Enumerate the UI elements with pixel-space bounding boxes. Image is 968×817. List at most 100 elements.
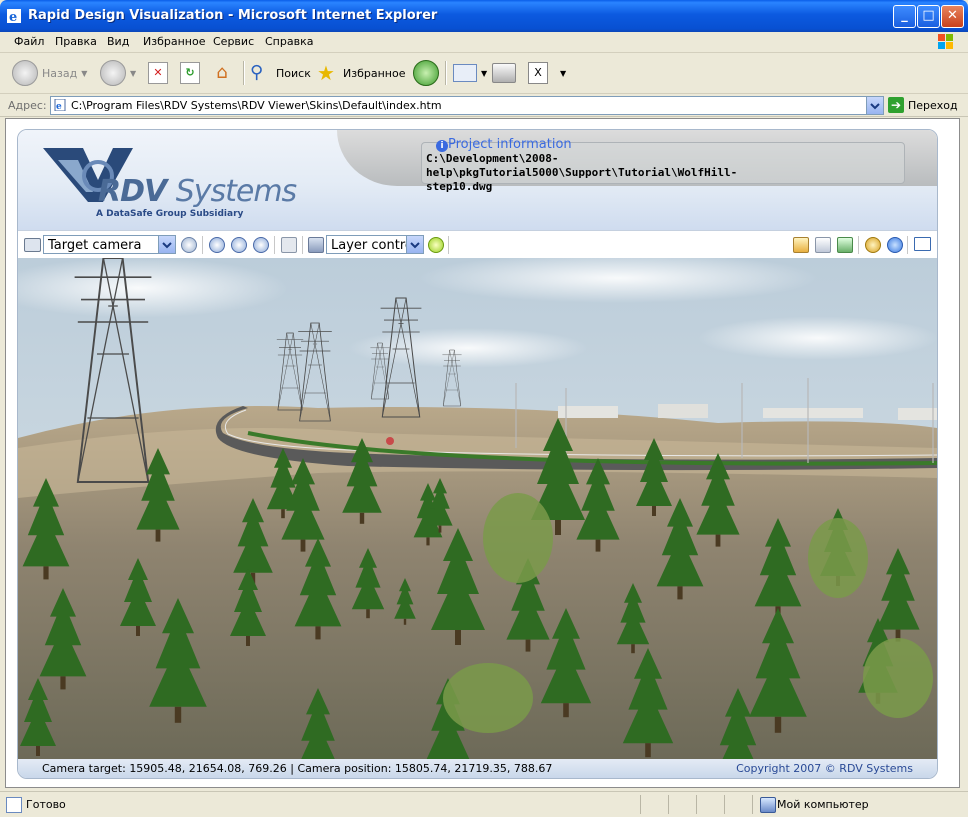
back-label: Назад (42, 66, 78, 80)
mail-button[interactable]: ▼ (453, 60, 487, 86)
info-icon: i (436, 140, 448, 152)
refresh-button[interactable]: ↻ (180, 60, 200, 86)
export-icon[interactable] (793, 237, 809, 253)
camera-select-dropdown[interactable] (158, 236, 175, 253)
logo-brand: RDV (98, 174, 167, 209)
favorites-button[interactable]: ★ Избранное (317, 60, 405, 86)
favorites-label: Избранное (343, 66, 406, 80)
forward-dropdown-icon[interactable]: ▼ (130, 69, 136, 78)
address-value: C:\Program Files\RDV Systems\RDV Viewer\… (71, 99, 442, 112)
menu-view[interactable]: Вид (107, 35, 129, 48)
print-view-icon[interactable] (815, 237, 831, 253)
history-icon (413, 60, 439, 86)
my-computer-icon (760, 797, 776, 813)
save-view-icon[interactable] (837, 237, 853, 253)
3d-scene-viewport[interactable] (18, 258, 937, 759)
ie-status-bar: Готово Мой компьютер (0, 791, 968, 817)
toolbar-separator (445, 61, 447, 85)
project-path-line1: C:\Development\2008-help\pkgTutorial5000… (426, 152, 738, 179)
stop-icon[interactable] (253, 237, 269, 253)
forward-button[interactable]: ▼ (100, 60, 136, 86)
menu-favorites[interactable]: Избранное (143, 35, 205, 48)
print-icon (492, 63, 516, 83)
project-info-title[interactable]: i Project information (436, 137, 572, 152)
title-bar: e Rapid Design Visualization - Microsoft… (0, 0, 968, 32)
apply-layer-icon[interactable] (428, 237, 444, 253)
record-camera-icon[interactable] (181, 237, 197, 253)
stop-button[interactable]: ✕ (148, 60, 168, 86)
menu-help[interactable]: Справка (265, 35, 313, 48)
search-label: Поиск (276, 66, 311, 80)
address-bar: Адрес: e C:\Program Files\RDV Systems\RD… (0, 94, 968, 117)
camera-icon (24, 238, 41, 252)
path-tool-icon[interactable] (281, 237, 297, 253)
menu-bar: Файл Правка Вид Избранное Сервис Справка (0, 32, 968, 53)
address-label: Адрес: (8, 99, 47, 112)
refresh-icon: ↻ (180, 62, 200, 84)
menu-file[interactable]: Файл (14, 35, 44, 48)
menu-tools[interactable]: Сервис (213, 35, 254, 48)
go-arrow-icon: ➔ (888, 97, 904, 113)
camera-status-bar: Camera target: 15905.48, 21654.08, 769.2… (18, 759, 937, 778)
ie-icon: e (7, 9, 21, 24)
search-button[interactable]: ⚲ Поиск (250, 60, 311, 86)
back-arrow-icon (12, 60, 38, 86)
page-done-icon (6, 797, 22, 813)
back-dropdown-icon[interactable]: ▼ (81, 69, 87, 78)
security-zone: Мой компьютер (777, 798, 869, 811)
logo-systems: Systems (175, 174, 297, 209)
favorites-star-icon: ★ (317, 61, 335, 85)
close-button[interactable]: ✕ (941, 5, 964, 28)
address-dropdown-button[interactable] (866, 97, 883, 114)
chevron-down-icon (870, 103, 880, 110)
copyright-text: Copyright 2007 © RDV Systems (736, 762, 913, 775)
minimize-button[interactable]: _ (893, 5, 916, 28)
layers-icon (308, 237, 324, 253)
camera-status-text: Camera target: 15905.48, 21654.08, 769.2… (42, 762, 553, 775)
layer-select-dropdown[interactable] (406, 236, 423, 253)
edit-icon: X (528, 62, 548, 84)
help-icon[interactable] (887, 237, 903, 253)
chevron-down-icon (410, 242, 420, 249)
windows-logo-icon (938, 34, 953, 49)
edit-dropdown-icon[interactable]: ▼ (560, 69, 566, 78)
logo-subtitle: A DataSafe Group Subsidiary (96, 209, 244, 219)
address-input[interactable]: e C:\Program Files\RDV Systems\RDV Viewe… (50, 96, 884, 115)
home-button[interactable]: ⌂ (211, 60, 233, 86)
svg-text:e: e (56, 102, 62, 111)
settings-gear-icon[interactable] (865, 237, 881, 253)
layer-select[interactable]: Layer control (326, 235, 424, 254)
history-button[interactable] (413, 60, 439, 86)
camera-select[interactable]: Target camera (43, 235, 176, 254)
chevron-down-icon (162, 242, 172, 249)
home-icon: ⌂ (216, 62, 228, 83)
mail-dropdown-icon[interactable]: ▼ (481, 69, 487, 78)
viewer-controls: Target camera Layer control (18, 230, 937, 260)
window-title: Rapid Design Visualization - Microsoft I… (28, 8, 438, 23)
play-icon[interactable] (209, 237, 225, 253)
mail-icon (453, 64, 477, 82)
forward-arrow-icon (100, 60, 126, 86)
svg-text:e: e (9, 10, 17, 24)
pause-icon[interactable] (231, 237, 247, 253)
stop-icon: ✕ (148, 62, 168, 84)
go-button[interactable]: ➔ Переход (888, 97, 958, 113)
rdv-viewer: RDV Systems A DataSafe Group Subsidiary … (17, 129, 938, 779)
edit-button[interactable]: X ▼ (528, 60, 566, 86)
ie-toolbar: Назад ▼ ▼ ✕ ↻ ⌂ ⚲ Поиск ★ Избранное ▼ X … (0, 53, 968, 94)
back-button[interactable]: Назад ▼ (12, 60, 87, 86)
status-ready: Готово (26, 798, 66, 811)
page-icon: e (54, 99, 66, 111)
viewer-header: RDV Systems A DataSafe Group Subsidiary … (18, 130, 937, 230)
project-path-line2: step10.dwg (426, 180, 493, 193)
browser-viewport: RDV Systems A DataSafe Group Subsidiary … (5, 118, 960, 788)
maximize-button[interactable]: □ (917, 5, 940, 28)
print-button[interactable] (492, 60, 516, 86)
menu-edit[interactable]: Правка (55, 35, 97, 48)
fullscreen-icon[interactable] (914, 237, 931, 251)
project-path: C:\Development\2008-help\pkgTutorial5000… (426, 152, 866, 194)
go-label: Переход (908, 98, 958, 112)
toolbar-separator (243, 61, 245, 85)
logo-wordmark: RDV Systems (98, 174, 297, 209)
search-icon: ⚲ (250, 62, 264, 83)
